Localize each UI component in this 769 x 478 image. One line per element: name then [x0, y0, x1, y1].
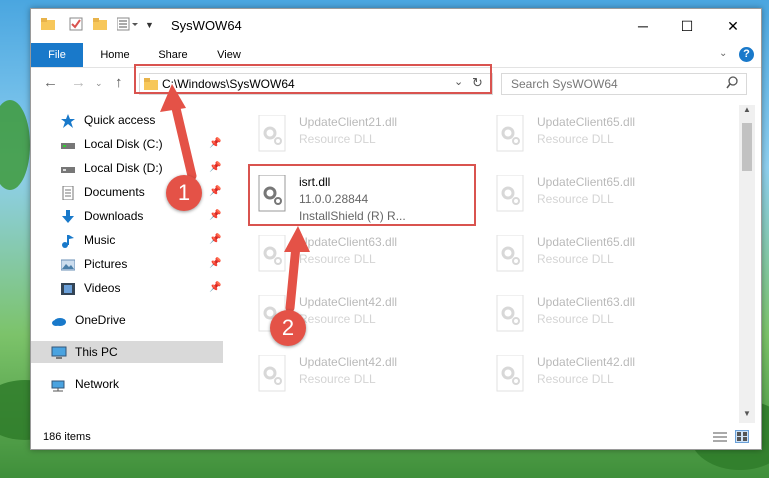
step-marker-1: 1 — [166, 175, 202, 211]
annotation-arrows — [160, 84, 310, 313]
arrow-to-file — [284, 226, 310, 313]
step-marker-2: 2 — [270, 310, 306, 346]
arrow-to-address-bar — [160, 84, 197, 181]
